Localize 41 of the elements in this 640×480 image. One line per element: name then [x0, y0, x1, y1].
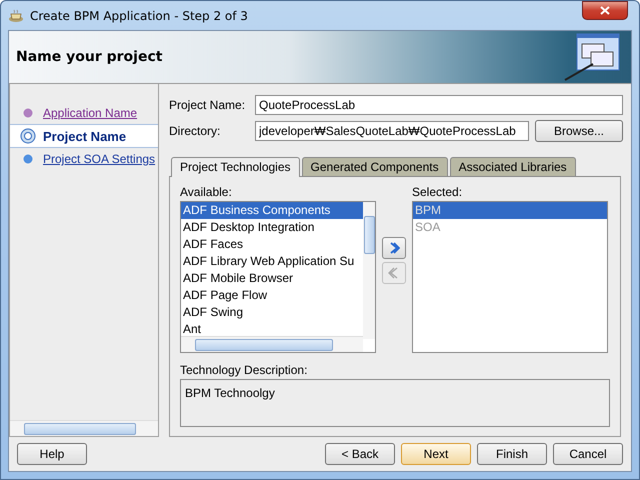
vertical-scrollbar[interactable] [363, 202, 375, 338]
teacup-icon [8, 8, 24, 22]
list-label: Selected: [412, 184, 462, 198]
list-item[interactable]: ADF Library Web Application Su [181, 252, 363, 270]
list-label: Available: [180, 184, 232, 198]
step-link[interactable]: Application Name [43, 106, 138, 120]
page-heading: Name your project [16, 49, 162, 65]
description-label: Technology Description: [180, 362, 308, 376]
dialog-button[interactable]: Finish [477, 443, 547, 465]
tab[interactable]: Project Technologies [171, 156, 300, 176]
field-label: Directory: [169, 124, 222, 138]
horizontal-scrollbar[interactable] [10, 420, 158, 436]
directory-field[interactable]: jdeveloper₩SalesQuoteLab₩QuoteProcessLab [255, 120, 529, 141]
horizontal-scrollbar[interactable] [181, 336, 363, 352]
dialog-button[interactable]: < Back [325, 443, 395, 465]
tab[interactable]: Generated Components [302, 156, 448, 176]
step-link[interactable]: Project SOA Settings [43, 152, 156, 166]
dialog-button[interactable]: Next [401, 443, 471, 465]
description-text: BPM Technoolgy [185, 386, 275, 400]
window-title: Create BPM Application - Step 2 of 3 [30, 8, 248, 22]
tab[interactable]: Associated Libraries [450, 156, 576, 176]
double-chevron-left-icon [388, 266, 400, 278]
browse-button[interactable]: Browse... [535, 120, 623, 142]
list-item[interactable]: ADF Mobile Browser [181, 270, 363, 286]
list-item[interactable]: ADF Business Components [181, 202, 363, 218]
double-chevron-right-icon [388, 242, 400, 254]
list-item[interactable]: Ant [181, 320, 363, 338]
add-button[interactable] [382, 236, 406, 258]
target-icon [19, 127, 37, 145]
field-label: Project Name: [169, 98, 246, 112]
available-list[interactable]: ADF Business Components ADF Desktop Integration ADF Faces ADF Library Web Application Su ADF Mobile Browser ADF Page Flow ADF Swing Ant [180, 200, 376, 352]
close-icon [600, 6, 610, 15]
list-item[interactable]: ADF Faces [181, 236, 363, 252]
list-item[interactable]: ADF Swing [181, 304, 363, 320]
project-name-field[interactable]: QuoteProcessLab [255, 94, 623, 115]
dialog-button[interactable]: Help [17, 443, 87, 465]
close-button[interactable] [582, 1, 628, 20]
windows-icon [563, 32, 621, 82]
dialog-button[interactable]: Cancel [553, 443, 623, 465]
list-item[interactable]: ADF Page Flow [181, 286, 363, 304]
list-item[interactable]: ADF Desktop Integration [181, 218, 363, 236]
